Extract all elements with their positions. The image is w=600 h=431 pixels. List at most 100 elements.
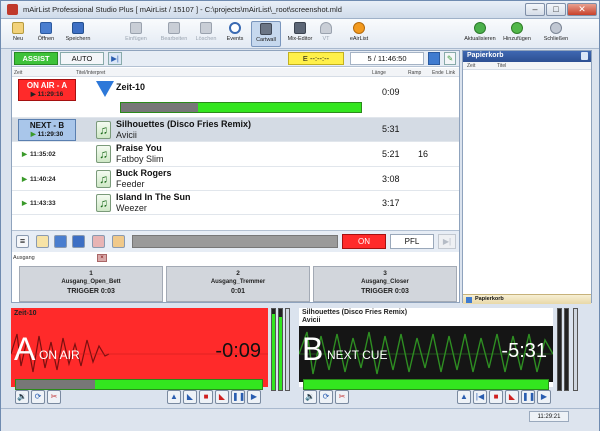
edit-icon [168,22,180,34]
play-icon[interactable]: ▶ [537,390,551,404]
next-badge: NEXT - B ▶ 11:29:30 [18,119,76,141]
play-icon[interactable]: ▶ [247,390,261,404]
toolbar-new-button[interactable]: Neu [7,21,29,47]
copy-icon[interactable] [428,52,440,65]
volume-icon[interactable]: 🔉 [15,390,29,404]
minimize-button[interactable]: – [525,3,545,16]
on-button[interactable]: ON [342,234,386,249]
col-length[interactable]: Länge [372,70,386,76]
col-link[interactable]: Link [446,70,455,76]
pause-icon[interactable]: ❚❚ [231,390,245,404]
cut-icon[interactable]: ✂ [335,390,349,404]
edit-small-icon[interactable] [112,235,125,248]
new-icon [12,22,24,34]
pause-icon[interactable]: ❚❚ [521,390,535,404]
pfl-button[interactable]: PFL [390,234,434,249]
toolbar-vt-button[interactable]: VT [319,21,333,47]
toolbar-events-button[interactable]: Events [223,21,247,47]
close-window-button[interactable]: ✕ [567,3,597,16]
fade-out-icon[interactable]: ◣ [215,390,229,404]
level-slider[interactable] [132,235,338,248]
trash-panel: Papierkorb Zeit Titel Papierkorb [462,50,592,304]
loop-icon[interactable]: ⟳ [31,390,45,404]
position-display: 5 / 11:46:50 [350,52,424,65]
status-bar [1,408,599,431]
player-b-volume-slider[interactable] [573,308,578,391]
col-end[interactable]: Ende [432,70,444,76]
player-a-progress-bar[interactable] [15,379,263,390]
rewind-icon[interactable]: |◀ [473,390,487,404]
cart-name: Ausgang_Tremmer [210,279,266,285]
trash-panel-title: Papierkorb [467,52,504,59]
toolbar-eairlist-button[interactable]: eAirList [345,21,373,47]
cart-info: TRIGGER 0:03 [361,288,409,295]
auto-button[interactable]: AUTO [60,52,104,65]
trash-panel-pin-icon[interactable] [581,52,588,60]
toolbar-refresh-button[interactable]: Aktualisieren [463,21,497,47]
loop-icon[interactable]: ⟳ [319,390,333,404]
menu-icon[interactable]: ≡ [16,235,29,248]
fade-out-icon[interactable]: ◣ [505,390,519,404]
trash-col-time[interactable]: Zeit [467,63,475,69]
music-note-icon: ♫ [96,194,111,212]
save-icon [72,22,84,34]
next-length: 5:31 [382,124,400,134]
application-window: mAirList Professional Studio Plus [ mAir… [0,0,600,431]
trash-col-title[interactable]: Titel [497,63,506,69]
toolbar-save-button[interactable]: Speichern [63,21,93,47]
player-a-volume-slider[interactable] [285,308,290,391]
play-arrow-icon: ▶ [22,151,27,158]
toolbar-mix-editor-button[interactable]: Mix-Editor [285,21,315,47]
cut-icon[interactable]: ✂ [47,390,61,404]
toolbar-cartwall-button[interactable]: Cartwall [251,21,281,47]
toolbar-cartwall-label: Cartwall [256,37,276,43]
toolbar-delete-button[interactable]: Löschen [193,21,219,47]
playlist-row[interactable]: ▶ 11:40:24 ♫ Buck Rogers Feeder 3:08 [12,167,459,191]
new-small-icon[interactable] [36,235,49,248]
trash-panel-header: Papierkorb [463,51,591,62]
pencil-icon[interactable]: ✎ [444,52,456,65]
next-label: NEXT - B [29,121,65,130]
cartwall-close-icon[interactable]: × [97,254,107,262]
playlist-row[interactable]: ▶ 11:43:33 ♫ Island In The Sun Weezer 3:1… [12,191,459,215]
eject-icon[interactable]: ▲ [167,390,181,404]
stop-icon[interactable]: ■ [199,390,213,404]
maximize-button[interactable]: □ [546,3,566,16]
save-small-icon[interactable] [72,235,85,248]
toolbar-close-button[interactable]: Schließen [541,21,571,47]
trash-column-header: Zeit Titel [463,62,591,70]
cart-player-3[interactable]: 3 Ausgang_Closer TRIGGER 0:03 [313,266,457,302]
toolbar-open-button[interactable]: Öffnen [33,21,59,47]
cart-player-2[interactable]: 2 Ausgang_Tremmer 0:01 [166,266,310,302]
status-clock: 11:29:21 [529,411,569,422]
skip-disabled-button[interactable]: ▶| [438,234,456,249]
volume-icon[interactable]: 🔉 [303,390,317,404]
assist-button[interactable]: ASSIST [14,52,58,65]
playlist-row[interactable]: ▶ 11:35:02 ♫ Praise You Fatboy Slim 5:21 … [12,142,459,167]
col-ramp[interactable]: Ramp [408,70,421,76]
onair-progress-played [121,103,198,112]
cart-player-1[interactable]: 1 Ausgang_Open_Bett TRIGGER 0:03 [19,266,163,302]
col-time[interactable]: Zeit [14,70,22,76]
playlist-row-next[interactable]: NEXT - B ▶ 11:29:30 ♫ Silhouettes (Disco… [12,118,459,142]
item-time: 11:43:33 [30,200,56,207]
toolbar-insert-button[interactable]: Einfügen [121,21,151,47]
play-arrow-icon: ▶ [22,176,27,183]
window-title: mAirList Professional Studio Plus [ mAir… [23,5,342,14]
toolbar-eairlist-label: eAirList [349,36,369,42]
eject-icon[interactable]: ▲ [457,390,471,404]
toolbar-add-button[interactable]: Hinzufügen [501,21,533,47]
skip-icon: ▶| [111,54,119,63]
delete-small-icon[interactable] [92,235,105,248]
player-b-progress-bar[interactable] [303,379,549,390]
stop-icon[interactable]: ■ [489,390,503,404]
skip-next-button[interactable]: ▶| [108,52,122,65]
open-small-icon[interactable] [54,235,67,248]
toolbar-edit-button[interactable]: Bearbeiten [157,21,191,47]
trash-tab[interactable]: Papierkorb [463,294,591,304]
fade-icon[interactable]: ◣ [183,390,197,404]
cart-info: TRIGGER 0:03 [67,288,115,295]
playlist-row-onair[interactable]: ON AIR - A ▶ 11:29:16 Zeit-10 0:09 [12,78,459,118]
down-arrow-icon [96,81,114,97]
col-title[interactable]: Titel/Interpret [76,70,105,76]
